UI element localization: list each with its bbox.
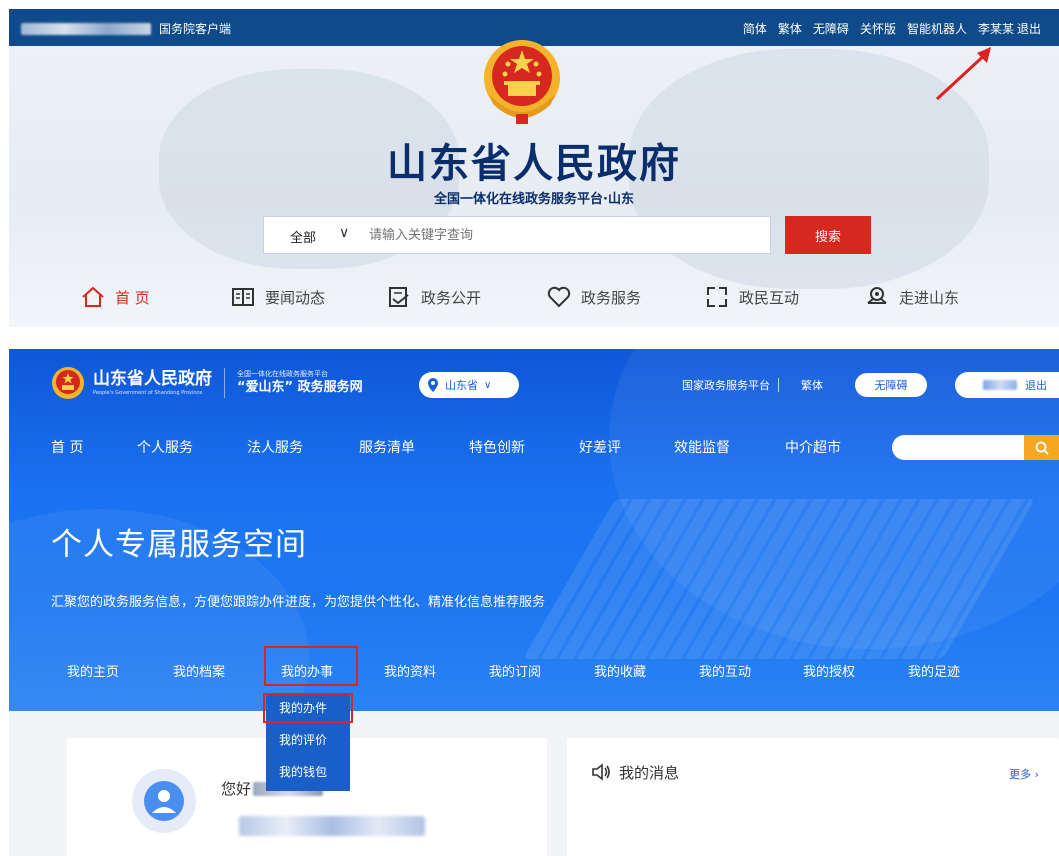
tab-my-archive[interactable]: 我的档案 <box>173 661 225 680</box>
heart-icon <box>547 286 571 308</box>
logo-title: 山东省人民政府 <box>93 369 212 389</box>
personal-sub-nav: 我的主页 我的档案 我的办事 我的资料 我的订阅 我的收藏 我的互动 我的授权 … <box>9 659 1059 689</box>
messages-more-link[interactable]: 更多 › <box>1009 766 1039 782</box>
logout-label: 退出 <box>1025 379 1047 392</box>
traditional-link[interactable]: 繁体 <box>801 377 823 393</box>
top-main-nav: 首 页 要闻动态 政务公开 政务服务 政民互动 走进山东 <box>9 279 1059 319</box>
blurred-user-id <box>239 816 425 836</box>
region-selector[interactable]: 山东省 ∨ <box>419 372 519 398</box>
home-icon <box>82 286 104 307</box>
main-nav-evaluation[interactable]: 好差评 <box>579 437 621 457</box>
messages-card: 我的消息 更多 › <box>567 738 1059 856</box>
link-care-version[interactable]: 关怀版 <box>860 20 896 37</box>
portal-name-link[interactable]: 国务院客户端 <box>159 20 231 37</box>
nav-search-input[interactable] <box>892 435 1024 460</box>
map-pin-icon <box>867 287 887 304</box>
chevron-down-icon: ∨ <box>484 379 492 391</box>
search-scope-select[interactable]: 全部 <box>290 227 316 246</box>
header-links: 国家政务服务平台 繁体 无障碍 退出 <box>682 372 1059 398</box>
nav-gov-services-label: 政务服务 <box>581 288 642 307</box>
link-accessible[interactable]: 无障碍 <box>813 20 849 37</box>
hero-banner: 山东省人民政府 People's Government of Shandong … <box>9 349 1059 711</box>
logout-button[interactable]: 退出 <box>955 372 1059 398</box>
blurred-site-name <box>21 22 151 35</box>
site-logo[interactable]: 山东省人民政府 People's Government of Shandong … <box>51 366 363 400</box>
nav-explore-label: 走进山东 <box>899 288 960 307</box>
government-title: 山东省人民政府 <box>387 141 681 187</box>
main-nav-agency-market[interactable]: 中介超市 <box>785 437 841 457</box>
nav-gov-affairs-label: 政务公开 <box>421 288 482 307</box>
nav-news[interactable]: 要闻动态 <box>231 285 325 309</box>
dropdown-my-reviews[interactable]: 我的评价 <box>266 725 350 753</box>
platform-text: 全国一体化在线政务服务平台 “爱山东” 政务服务网 <box>237 369 363 397</box>
main-nav-supervision[interactable]: 效能监督 <box>674 437 730 457</box>
messages-title: 我的消息 <box>619 764 680 782</box>
blurred-username <box>983 380 1017 390</box>
region-label: 山东省 <box>445 379 478 392</box>
main-nav-service-list[interactable]: 服务清单 <box>359 437 415 457</box>
logo-divider <box>224 368 225 398</box>
national-emblem-icon <box>484 40 560 124</box>
platform-name: “爱山东” 政务服务网 <box>237 380 363 395</box>
main-nav-home[interactable]: 首 页 <box>51 437 83 457</box>
top-bar-left: 国务院客户端 <box>21 20 231 37</box>
accessible-button[interactable]: 无障碍 <box>855 373 927 397</box>
platform-small-text: 全国一体化在线政务服务平台 <box>237 370 328 378</box>
chevron-down-icon[interactable]: ∨ <box>339 225 349 241</box>
tab-my-subscriptions[interactable]: 我的订阅 <box>489 661 541 680</box>
search-box: 全部 ∨ <box>263 216 771 254</box>
speaker-icon <box>592 763 610 781</box>
tab-my-materials[interactable]: 我的资料 <box>384 661 436 680</box>
search-icon <box>1035 441 1049 455</box>
location-pin-icon <box>428 378 438 392</box>
inbox-icon <box>389 287 409 307</box>
tab-my-footprints[interactable]: 我的足迹 <box>908 661 960 680</box>
link-traditional[interactable]: 繁体 <box>778 20 802 37</box>
annotation-arrow-icon <box>935 47 991 101</box>
main-nav-innovation[interactable]: 特色创新 <box>469 437 525 457</box>
nav-home[interactable]: 首 页 <box>81 285 150 309</box>
user-avatar-icon <box>144 781 184 821</box>
ai-shandong-panel: 山东省人民政府 People's Government of Shandong … <box>9 349 1059 856</box>
nav-explore-shandong[interactable]: 走进山东 <box>865 285 959 309</box>
platform-subtitle: 全国一体化在线政务服务平台·山东 <box>434 192 634 207</box>
interaction-icon <box>707 287 727 307</box>
logout-link[interactable]: 退出 <box>1017 20 1041 37</box>
tab-my-home[interactable]: 我的主页 <box>67 661 119 680</box>
search-button[interactable]: 搜索 <box>785 216 871 254</box>
nav-interaction-label: 政民互动 <box>739 288 800 307</box>
logo-text: 山东省人民政府 People's Government of Shandong … <box>93 369 212 397</box>
avatar[interactable] <box>132 769 196 833</box>
nav-gov-affairs[interactable]: 政务公开 <box>387 285 481 309</box>
header-separator <box>778 378 779 392</box>
greeting-label: 您好 <box>221 780 252 798</box>
shandong-portal-panel: 国务院客户端 简体 繁体 无障碍 关怀版 智能机器人 李某某 退出 山东省人民政… <box>9 9 1059 327</box>
space-description: 汇聚您的政务服务信息，方便您跟踪办件进度，为您提供个性化、精准化信息推荐服务 <box>51 595 546 610</box>
user-name-link[interactable]: 李某某 <box>978 20 1014 37</box>
active-tab-highlight <box>264 646 358 686</box>
nav-interaction[interactable]: 政民互动 <box>705 285 799 309</box>
nav-news-label: 要闻动态 <box>265 288 326 307</box>
nav-search-button[interactable] <box>1024 435 1059 460</box>
book-icon <box>232 288 254 306</box>
main-nav-corporate[interactable]: 法人服务 <box>247 437 303 457</box>
search-input[interactable] <box>369 224 749 246</box>
national-platform-link[interactable]: 国家政务服务平台 <box>682 377 770 393</box>
nav-gov-services[interactable]: 政务服务 <box>547 285 641 309</box>
nav-home-label: 首 页 <box>115 288 150 307</box>
dropdown-highlight-box <box>263 693 353 723</box>
dropdown-my-wallet[interactable]: 我的钱包 <box>266 757 350 785</box>
tab-my-authorizations[interactable]: 我的授权 <box>803 661 855 680</box>
tab-my-favorites[interactable]: 我的收藏 <box>594 661 646 680</box>
main-nav-personal[interactable]: 个人服务 <box>137 437 193 457</box>
tab-my-interactions[interactable]: 我的互动 <box>699 661 751 680</box>
top-bar-links: 简体 繁体 无障碍 关怀版 智能机器人 李某某 退出 <box>743 20 1041 37</box>
logo-english: People's Government of Shandong Province <box>93 390 203 396</box>
emblem-logo-icon <box>52 367 84 399</box>
space-title: 个人专属服务空间 <box>51 527 307 563</box>
link-simplified[interactable]: 简体 <box>743 20 767 37</box>
link-smart-robot[interactable]: 智能机器人 <box>907 20 967 37</box>
